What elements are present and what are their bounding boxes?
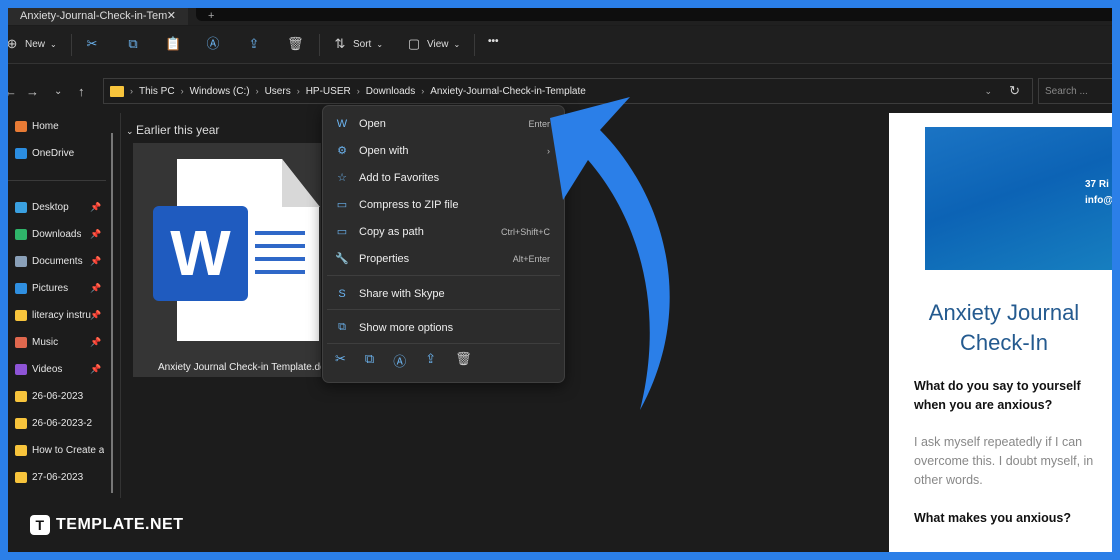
brand-logo: T TEMPLATE.NET xyxy=(30,515,183,535)
pointer-arrow xyxy=(550,97,670,410)
brand-name: TEMPLATE.NET xyxy=(56,516,184,533)
brand-icon: T xyxy=(30,515,50,535)
